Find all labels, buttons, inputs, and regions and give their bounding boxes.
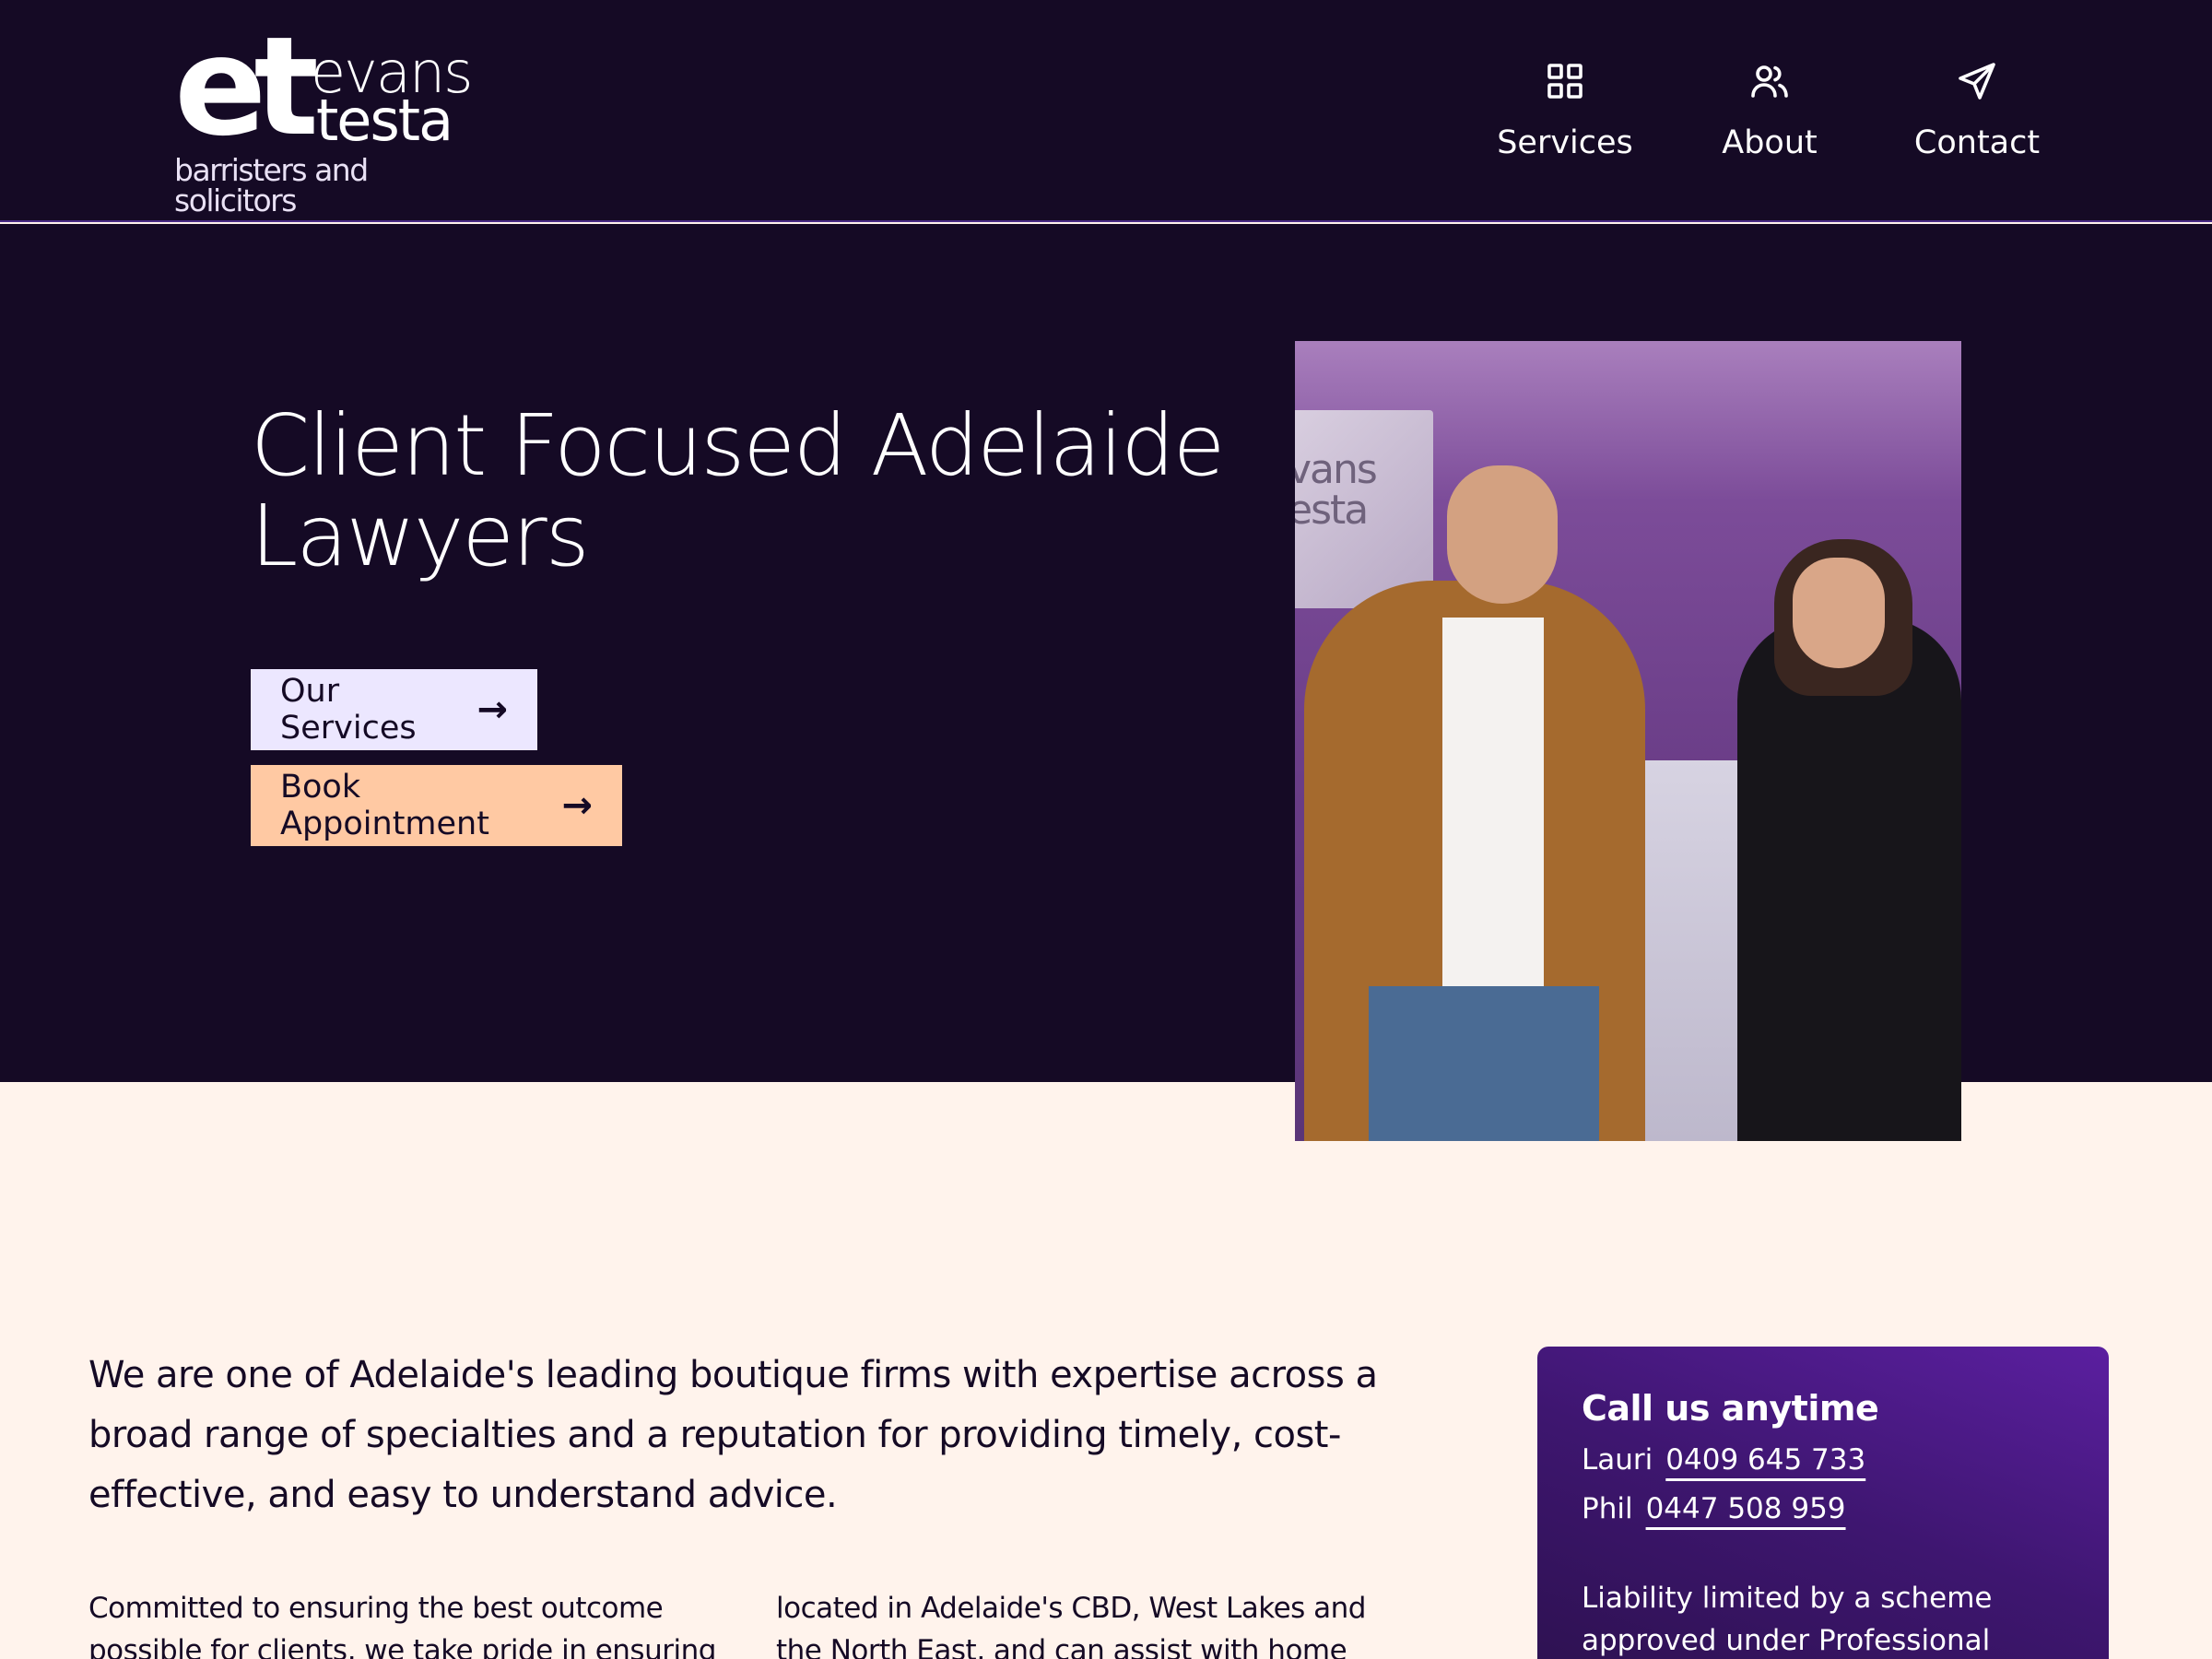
nav-about[interactable]: About (1714, 59, 1825, 170)
call-us-title: Call us anytime (1582, 1388, 1879, 1429)
nav-about-label: About (1722, 124, 1818, 161)
send-icon (1955, 59, 1999, 107)
arrow-right-icon: → (477, 688, 508, 731)
hero-title: Client Focused Adelaide Lawyers (251, 401, 1228, 582)
office-sign-text: vans esta (1295, 450, 1378, 534)
contact-name: Lauri (1582, 1443, 1653, 1477)
woman-figure (1737, 618, 1961, 1141)
logo-mark: et (174, 7, 319, 166)
nav-contact[interactable]: Contact (1908, 59, 2046, 170)
book-appointment-button[interactable]: Book Appointment → (251, 765, 622, 846)
office-sign-line2: esta (1295, 487, 1369, 534)
contact-name: Phil (1582, 1492, 1633, 1525)
phone-link-lauri[interactable]: 0409 645 733 (1665, 1446, 1865, 1475)
intro-lead: We are one of Adelaide's leading boutiqu… (88, 1354, 1378, 1516)
call-us-card: Call us anytime Lauri 0409 645 733 Phil … (1537, 1347, 2109, 1659)
man-jeans (1369, 986, 1599, 1141)
nav-contact-label: Contact (1913, 124, 2041, 161)
grid-icon (1543, 59, 1587, 107)
nav-services-label: Services (1497, 124, 1633, 161)
logo-tagline: barristers and solicitors (174, 152, 369, 218)
intro-column-1: Committed to ensuring the best outcome p… (88, 1592, 716, 1659)
book-appointment-label: Book Appointment (280, 769, 489, 842)
hero-title-line1: Client Focused Adelaide (251, 396, 1225, 495)
phone-link-phil[interactable]: 0447 508 959 (1646, 1495, 1846, 1524)
team-photo: vans esta (1295, 341, 1961, 1141)
contact-row-phil: Phil 0447 508 959 (1582, 1495, 2065, 1524)
contact-row-lauri: Lauri 0409 645 733 (1582, 1446, 2065, 1475)
liability-note: Liability limited by a scheme approved u… (1582, 1582, 1993, 1657)
site-header: et evans testa barristers and solicitors… (0, 0, 2212, 222)
our-services-label: Our Services (280, 673, 417, 747)
intro-column-2: located in Adelaide's CBD, West Lakes an… (776, 1592, 1366, 1659)
arrow-right-icon: → (561, 784, 593, 827)
hero-title-line2: Lawyers (251, 487, 590, 585)
woman-head (1793, 558, 1885, 668)
logo-name-testa: testa (316, 87, 453, 154)
man-head (1447, 465, 1558, 604)
users-icon (1747, 59, 1792, 107)
our-services-button[interactable]: Our Services → (251, 669, 537, 750)
brand-logo[interactable]: et evans testa barristers and solicitors (174, 18, 488, 216)
man-shirt (1442, 618, 1544, 986)
nav-services[interactable]: Services (1496, 59, 1634, 170)
